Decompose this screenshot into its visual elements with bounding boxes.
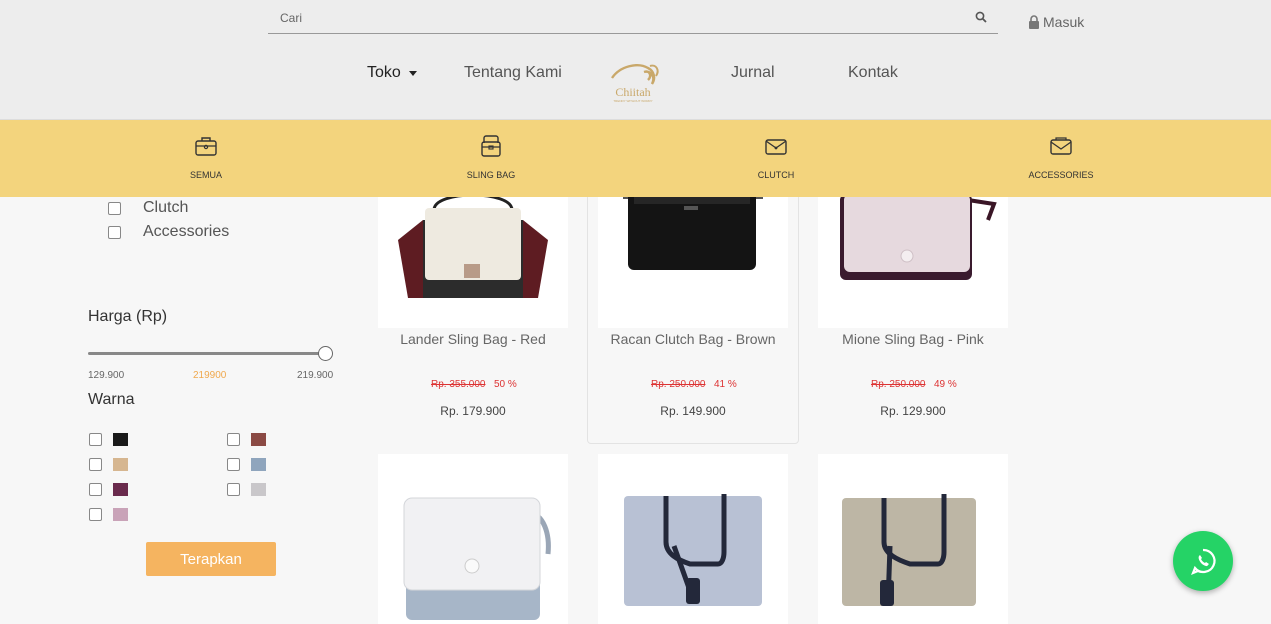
price-title: Harga (Rp) — [88, 308, 168, 325]
product-image[interactable] — [598, 454, 788, 624]
product-name[interactable]: Lander Sling Bag - Red — [378, 331, 568, 347]
brand-logo[interactable]: Chiitah TRENDY WITHOUT WORRY — [600, 58, 666, 104]
whatsapp-icon — [1191, 548, 1216, 575]
product-image[interactable] — [818, 180, 1008, 328]
price-slider-track[interactable] — [88, 352, 326, 355]
filter-label: Accessories — [143, 223, 230, 240]
color-title: Warna — [88, 391, 135, 408]
product-price: Rp. 179.900 — [440, 404, 506, 418]
category-label: ACCESSORIES — [1028, 170, 1094, 180]
accessories-icon — [1050, 137, 1072, 155]
color-swatch — [251, 483, 266, 496]
color-swatch — [113, 433, 128, 446]
price-min: 129.900 — [88, 370, 125, 381]
color-option[interactable] — [227, 483, 266, 496]
nav-toko-label: Toko — [367, 64, 401, 81]
sling-bag-icon — [481, 135, 501, 157]
color-swatch — [113, 458, 128, 471]
login-link[interactable]: Masuk — [1028, 14, 1084, 30]
checkbox[interactable] — [89, 458, 102, 471]
color-swatch — [113, 483, 128, 496]
color-swatch — [113, 508, 128, 521]
product-discount: 50 % — [494, 379, 517, 390]
category-accessories[interactable]: ACCESSORIES — [1001, 134, 1121, 180]
category-semua[interactable]: SEMUA — [146, 134, 266, 180]
product-old-price: Rp. 355.000 — [431, 379, 486, 390]
site-header: Masuk Toko Tentang Kami Chiitah TRENDY W… — [0, 0, 1271, 120]
category-sling-bag[interactable]: SLING BAG — [431, 134, 551, 180]
color-swatch — [251, 433, 266, 446]
checkbox[interactable] — [227, 458, 240, 471]
product-image[interactable] — [378, 180, 568, 328]
color-option[interactable] — [89, 433, 128, 446]
color-option[interactable] — [227, 458, 266, 471]
lock-icon — [1029, 15, 1039, 29]
category-bar: SEMUA SLING BAG CLUTCH ACCESSORIES — [0, 120, 1271, 197]
checkbox[interactable] — [89, 433, 102, 446]
nav-tentang-kami[interactable]: Tentang Kami — [464, 64, 562, 82]
price-max: 219.900 — [297, 370, 334, 381]
category-clutch[interactable]: CLUTCH — [716, 134, 836, 180]
product-name[interactable]: Mione Sling Bag - Pink — [818, 331, 1008, 347]
product-old-price: Rp. 250.000 — [651, 379, 706, 390]
filter-clutch[interactable]: Clutch — [108, 199, 188, 217]
product-discount: 41 % — [714, 379, 737, 390]
color-swatch — [251, 458, 266, 471]
checkbox[interactable] — [227, 483, 240, 496]
search-icon[interactable] — [975, 11, 987, 23]
nav-toko[interactable]: Toko — [367, 64, 417, 82]
product-old-price: Rp. 250.000 — [871, 379, 926, 390]
checkbox[interactable] — [89, 483, 102, 496]
apply-filter-button[interactable]: Terapkan — [146, 542, 276, 576]
search-bar — [268, 5, 998, 34]
product-image[interactable] — [378, 454, 568, 624]
category-label: SEMUA — [189, 170, 222, 180]
checkbox[interactable] — [108, 225, 121, 239]
price-current: 219900 — [193, 370, 227, 381]
category-label: SLING BAG — [466, 170, 516, 180]
nav-kontak[interactable]: Kontak — [848, 64, 898, 82]
whatsapp-chat-button[interactable] — [1173, 531, 1233, 591]
checkbox[interactable] — [108, 201, 121, 215]
color-option[interactable] — [89, 508, 128, 521]
product-price: Rp. 149.900 — [660, 404, 726, 418]
checkbox[interactable] — [89, 508, 102, 521]
checkbox[interactable] — [227, 433, 240, 446]
product-image[interactable] — [818, 454, 1008, 624]
product-image[interactable] — [598, 180, 788, 328]
nav-jurnal[interactable]: Jurnal — [731, 64, 775, 82]
color-option[interactable] — [227, 433, 266, 446]
category-label: CLUTCH — [757, 170, 795, 180]
clutch-icon — [765, 139, 787, 155]
filter-accessories[interactable]: Accessories — [108, 223, 229, 241]
product-price: Rp. 129.900 — [880, 404, 946, 418]
login-label: Masuk — [1043, 14, 1085, 30]
filter-label: Clutch — [143, 199, 189, 216]
product-discount: 49 % — [934, 379, 957, 390]
product-name[interactable]: Racan Clutch Bag - Brown — [598, 331, 788, 347]
chevron-down-icon — [408, 70, 417, 76]
bag-icon — [195, 137, 217, 156]
color-option[interactable] — [89, 483, 128, 496]
color-option[interactable] — [89, 458, 128, 471]
logo-text: Chiitah — [615, 85, 650, 99]
search-input[interactable] — [280, 11, 930, 25]
price-slider-handle[interactable] — [318, 346, 333, 361]
logo-tagline: TRENDY WITHOUT WORRY — [613, 99, 652, 103]
